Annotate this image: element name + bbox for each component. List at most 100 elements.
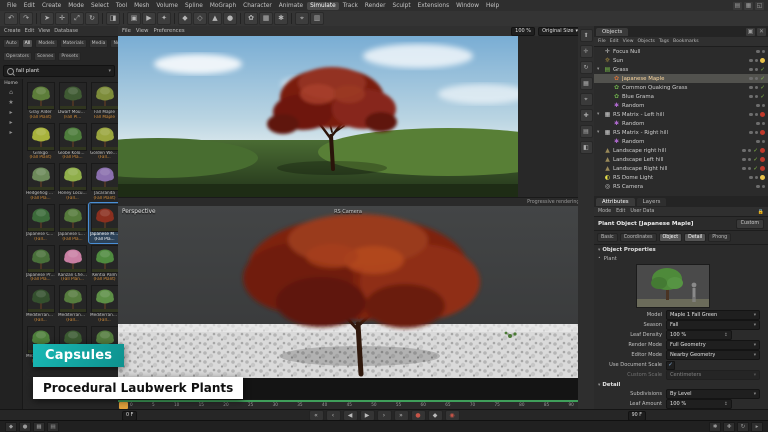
coordinate-system-icon[interactable]: ◨ [106, 12, 120, 25]
render-visibility-dot[interactable] [755, 59, 759, 63]
editor-visibility-dot[interactable] [749, 176, 753, 180]
object-tag-icon[interactable] [760, 130, 765, 135]
menu-sculpt[interactable]: Sculpt [390, 2, 414, 10]
render-visibility-dot[interactable] [755, 113, 759, 117]
menu-edit[interactable]: Edit [21, 2, 38, 10]
editor-visibility-dot[interactable] [749, 68, 753, 72]
editor-visibility-dot[interactable] [749, 77, 753, 81]
axis-icon[interactable]: ✛ [580, 45, 593, 58]
frame-tick[interactable]: 45 [347, 402, 352, 407]
detail-section[interactable]: ▾Detail [594, 380, 768, 389]
filter-materials[interactable]: Materials [60, 39, 87, 48]
attribute-dropdown[interactable]: Fall▾ [666, 320, 760, 330]
frame-tick[interactable]: 5 [152, 402, 155, 407]
editor-visibility-dot[interactable] [756, 140, 760, 144]
render-settings-icon[interactable]: ✦ [157, 12, 171, 25]
current-frame-field[interactable]: 0 F [122, 411, 137, 421]
grid-icon[interactable]: ▥ [310, 12, 324, 25]
objects-menu-objects[interactable]: Objects [638, 39, 655, 44]
frame-tick[interactable]: 15 [199, 402, 204, 407]
redo-icon[interactable]: ↷ [19, 12, 33, 25]
layout-grid-icon[interactable]: ▦ [744, 2, 753, 10]
expand-arrow-icon[interactable]: ▾ [597, 112, 602, 117]
attributes-menu-edit[interactable]: Edit [616, 209, 625, 214]
attributes-menu-user-data[interactable]: User Data [630, 209, 654, 214]
menu-character[interactable]: Character [240, 2, 275, 10]
loop-icon[interactable]: ↻ [737, 422, 749, 432]
asset-item[interactable]: Japanese Larch(Fall Pla... [57, 203, 88, 243]
attr-tab-detail[interactable]: Detail [684, 233, 706, 242]
frame-tick[interactable]: 70 [470, 402, 475, 407]
tab-layers[interactable]: Layers [637, 198, 667, 206]
enabled-check-icon[interactable]: ✓ [760, 76, 765, 82]
menu-spline[interactable]: Spline [182, 2, 206, 10]
attribute-dropdown[interactable]: Nearby Geometry▾ [666, 350, 760, 360]
object-row[interactable]: ✛Focus Null [594, 47, 768, 56]
render-visibility-dot[interactable] [755, 176, 759, 180]
object-row[interactable]: ▲Landscape Left hill✓ [594, 155, 768, 164]
attribute-number-field[interactable]: 100 %↕ [666, 330, 732, 340]
frame-tick[interactable]: 30 [273, 402, 278, 407]
object-properties-section[interactable]: ▾Object Properties [594, 245, 768, 254]
asset-search-field[interactable]: fall plant ▾ [3, 65, 115, 77]
attr-tab-object[interactable]: Object [659, 233, 683, 242]
render-visibility-dot[interactable] [748, 158, 752, 162]
asset-item[interactable]: Kentia Palm(Fall Plant) [89, 244, 118, 284]
asset-menu-edit[interactable]: Edit [25, 28, 35, 34]
asset-item[interactable]: Globe Kolomikta(Fall Pla... [57, 122, 88, 162]
asset-item[interactable]: Kanzan Cherry(Fall Plan... [57, 244, 88, 284]
asset-menu-database[interactable]: Database [54, 28, 78, 34]
asset-item[interactable]: Jacaranda(Fall Plant) [89, 162, 118, 202]
menu-create[interactable]: Create [39, 2, 64, 10]
object-row[interactable]: ✿Common Quaking Grass✓ [594, 83, 768, 92]
zoom-level[interactable]: 100 % [511, 27, 535, 36]
frame-tick[interactable]: 25 [248, 402, 253, 407]
plant-icon[interactable]: ✿ [244, 12, 258, 25]
enabled-check-icon[interactable]: ✓ [753, 157, 758, 163]
workspace-icon[interactable]: ◱ [755, 2, 764, 10]
asset-item[interactable]: Japanese Privet(Fall Pla... [25, 244, 56, 284]
size-mode-dropdown[interactable]: Original Size▾ [538, 27, 582, 36]
frame-tick[interactable]: 75 [495, 402, 500, 407]
object-tag-icon[interactable] [760, 58, 765, 63]
render-visibility-dot[interactable] [762, 50, 766, 54]
object-row[interactable]: ◐RS Dome Light [594, 173, 768, 182]
attr-tab-coordinates[interactable]: Coordinates [620, 233, 657, 242]
frame-tick[interactable]: 10 [174, 402, 179, 407]
favorites-category-icon[interactable]: ★ [8, 99, 13, 106]
dock-icon[interactable]: ▣ [746, 28, 755, 36]
object-tag-icon[interactable] [760, 112, 765, 117]
end-frame-field[interactable]: 90 F [628, 411, 646, 421]
editor-visibility-dot[interactable] [749, 95, 753, 99]
frame-tick[interactable]: 55 [396, 402, 401, 407]
preferences-icon[interactable]: ✱ [709, 422, 721, 432]
enabled-check-icon[interactable]: ✓ [753, 148, 758, 154]
object-row[interactable]: ✿Blue Grama✓ [594, 92, 768, 101]
rotate-tool-icon[interactable]: ↻ [85, 12, 99, 25]
menu-mesh[interactable]: Mesh [131, 2, 152, 10]
render-visibility-dot[interactable] [755, 131, 759, 135]
attr-tab-phong[interactable]: Phong [708, 233, 731, 242]
tracks-icon[interactable]: ▤ [47, 422, 59, 432]
menu-track[interactable]: Track [340, 2, 361, 10]
layout-panels-icon[interactable]: ▤ [733, 2, 742, 10]
object-tag-icon[interactable] [760, 157, 765, 162]
split-view-icon[interactable]: ◧ [580, 141, 593, 154]
filter-presets[interactable]: Presets [58, 52, 81, 61]
scale-tool-icon[interactable]: ⤢ [70, 12, 84, 25]
filter-auto[interactable]: Auto [3, 39, 20, 48]
options-icon[interactable]: ▸ [751, 422, 763, 432]
objects-menu-file[interactable]: File [598, 39, 606, 44]
stepper-icon[interactable]: ↕ [724, 402, 728, 407]
enabled-check-icon[interactable]: ✓ [760, 67, 765, 73]
menu-file[interactable]: File [4, 2, 20, 10]
viewport-label[interactable]: Perspective [122, 209, 156, 215]
lock-icon[interactable]: 🔒 [758, 209, 764, 215]
frame-tick[interactable]: 80 [519, 402, 524, 407]
object-row[interactable]: ◎RS Camera [594, 182, 768, 191]
asset-menu-view[interactable]: View [38, 28, 50, 34]
frame-tick[interactable]: 85 [544, 402, 549, 407]
object-row[interactable]: ✱Random [594, 137, 768, 146]
objects-menu-tags[interactable]: Tags [659, 39, 669, 44]
render-visibility-dot[interactable] [755, 77, 759, 81]
